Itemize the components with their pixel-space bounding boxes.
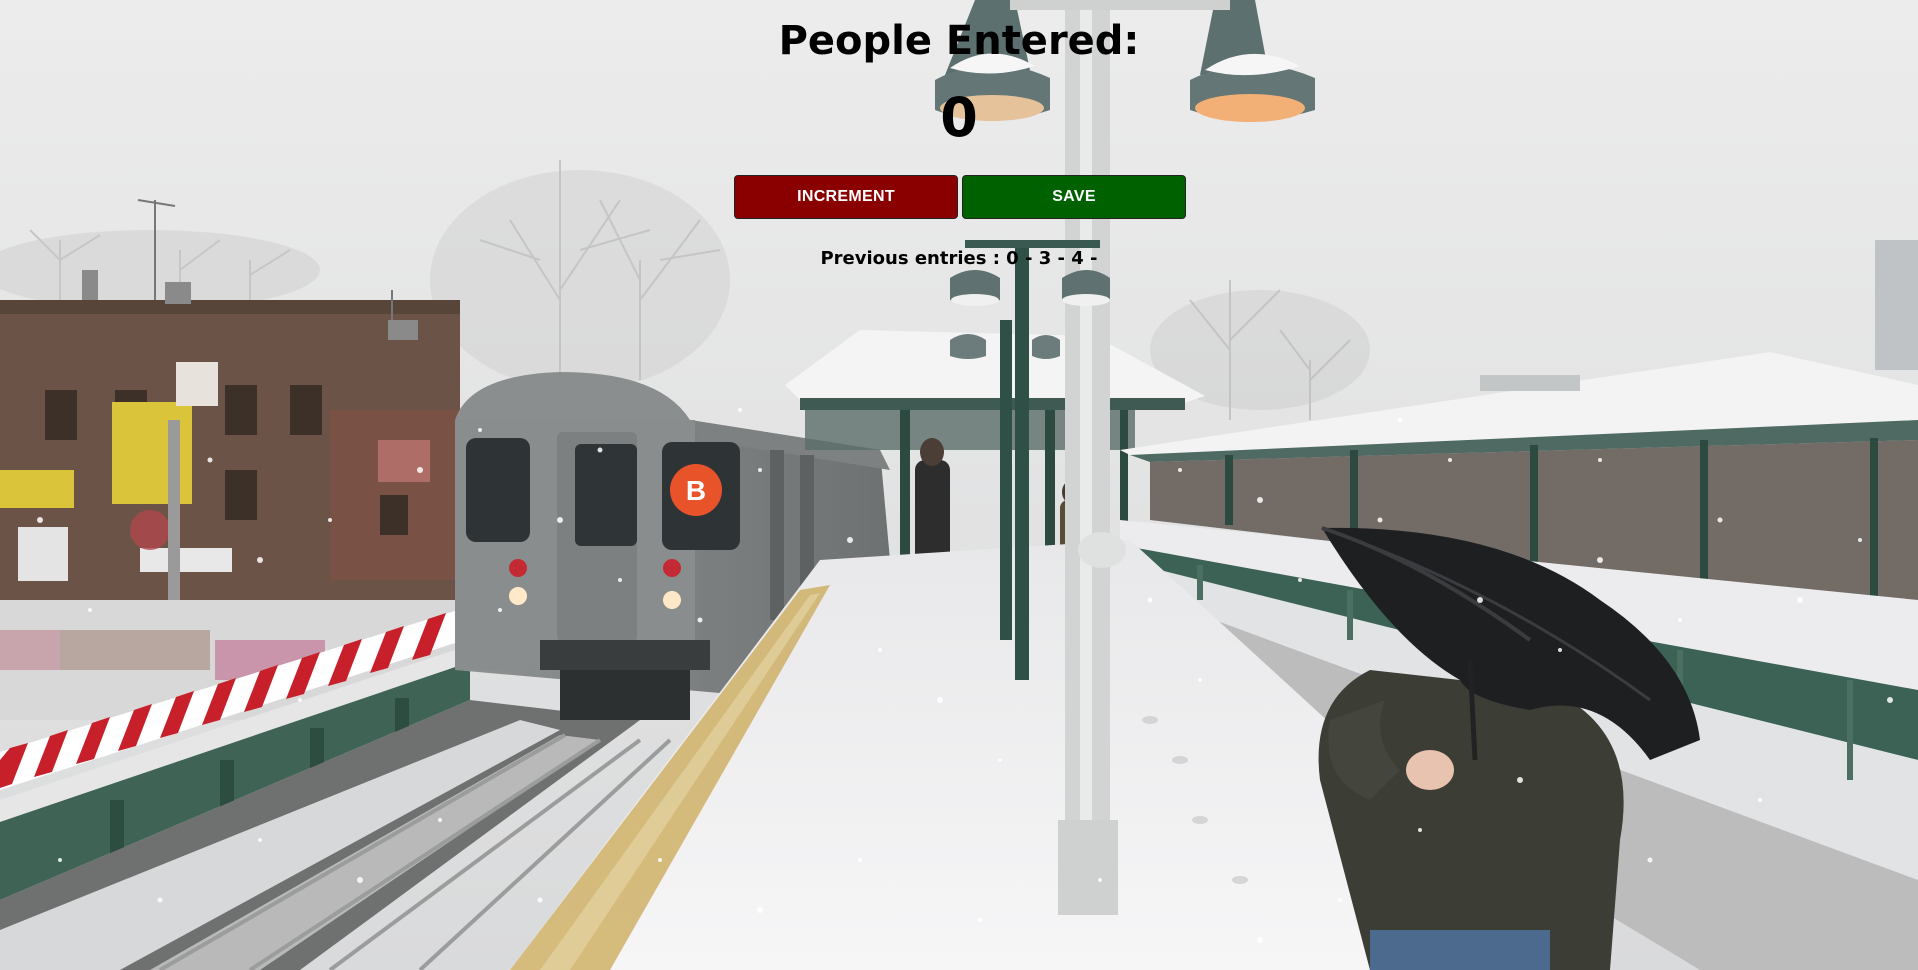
people-entered-title: People Entered: <box>778 18 1140 64</box>
train-badge: B <box>686 475 706 506</box>
previous-entries-label: Previous entries : <box>820 248 1000 269</box>
increment-button[interactable]: INCREMENT <box>734 175 958 219</box>
previous-entries-values: 0 - 3 - 4 - <box>1006 248 1098 269</box>
save-button[interactable]: SAVE <box>962 175 1186 219</box>
people-count-value: 0 <box>940 86 978 149</box>
app-root: B People Entered: 0 INCREMENT SAVE Previ… <box>0 0 1918 970</box>
previous-entries: Previous entries : 0 - 3 - 4 - <box>0 248 1918 269</box>
